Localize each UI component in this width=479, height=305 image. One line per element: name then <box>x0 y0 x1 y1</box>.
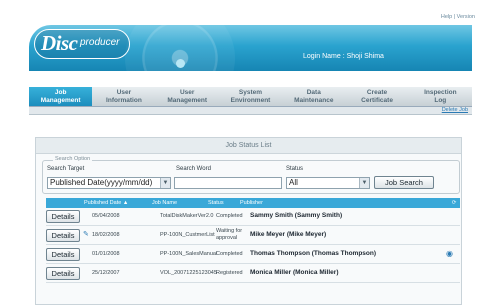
status-select[interactable]: All ▼ <box>286 177 370 189</box>
main-nav: Job Management User Information User Manage… <box>29 87 472 107</box>
delete-job-link[interactable]: Delete Job <box>442 107 468 113</box>
tab-system-environment[interactable]: System Environment <box>219 87 282 106</box>
row-status: Completed <box>216 251 243 257</box>
row-publisher: Thomas Thompson (Thomas Thompson) <box>250 250 377 257</box>
status-label: Status <box>286 166 304 172</box>
row-date: 25/12/2007 <box>92 270 120 276</box>
header-details <box>46 198 82 208</box>
row-status: Completed <box>216 213 243 219</box>
row-publisher: Mike Meyer (Mike Meyer) <box>250 231 327 238</box>
edit-icon: ✎ <box>83 231 89 238</box>
sub-toolbar: Delete Job <box>29 107 472 115</box>
search-option-group: Search Option Search Target Search Word … <box>42 156 460 194</box>
row-job-name: VOL_20071225123045 <box>160 270 217 276</box>
app-logo: Disc producer <box>34 29 130 59</box>
row-status: Registered <box>216 270 243 276</box>
table-row: Details 25/12/2007 VOL_20071225123045 Re… <box>46 265 460 283</box>
search-target-value: Published Date(yyyy/mm/dd) <box>50 178 153 187</box>
search-target-label: Search Target <box>47 166 85 172</box>
details-button[interactable]: Details <box>46 267 80 280</box>
tab-job-management[interactable]: Job Management <box>29 87 93 106</box>
tab-inspection-log[interactable]: Inspection Log <box>409 87 472 106</box>
row-job-name: TotalDiskMakerVer2.0 <box>160 213 214 219</box>
disc-hole <box>176 59 185 68</box>
header-job-name[interactable]: Job Name <box>150 198 206 208</box>
chevron-down-icon: ▼ <box>359 178 369 188</box>
row-publisher: Monica Miller (Monica Miller) <box>250 269 339 276</box>
logo-producer-text: producer <box>80 37 120 48</box>
details-button[interactable]: Details <box>46 248 80 261</box>
disc-icon[interactable]: ◉ <box>446 249 453 258</box>
tab-user-information[interactable]: User Information <box>92 87 155 106</box>
top-links[interactable]: Help | Version <box>441 14 475 20</box>
row-date: 18/02/2008 <box>92 232 120 238</box>
search-word-input[interactable] <box>174 177 282 189</box>
details-button[interactable]: Details <box>46 229 80 242</box>
refresh-icon[interactable]: ⟳ <box>446 198 460 208</box>
tab-data-maintenance[interactable]: Data Maintenance <box>282 87 345 106</box>
table-row: Details 05/04/2008 TotalDiskMakerVer2.0 … <box>46 208 460 226</box>
row-status: Waiting for approval <box>216 228 243 241</box>
details-button[interactable]: Details <box>46 210 80 223</box>
tab-create-certificate[interactable]: Create Certificate <box>345 87 408 106</box>
chevron-down-icon: ▼ <box>160 178 170 188</box>
header-published-date[interactable]: Published Date ▲ <box>82 198 150 208</box>
row-job-name: PP-100N_SalesManual <box>160 251 218 257</box>
logo-disc-text: Disc <box>41 31 78 55</box>
table-row: Details ✎ 18/02/2008 PP-100N_CustmerList… <box>46 227 460 245</box>
row-date: 05/04/2008 <box>92 213 120 219</box>
table-row: Details 01/01/2008 PP-100N_SalesManual C… <box>46 246 460 264</box>
search-target-select[interactable]: Published Date(yyyy/mm/dd) ▼ <box>47 177 171 189</box>
row-job-name: PP-100N_CustmerList <box>160 232 215 238</box>
row-date: 01/01/2008 <box>92 251 120 257</box>
header-publisher[interactable]: Publisher <box>238 198 446 208</box>
job-search-button[interactable]: Job Search <box>374 176 434 189</box>
row-publisher: Sammy Smith (Sammy Smith) <box>250 212 343 219</box>
header-status[interactable]: Status <box>206 198 238 208</box>
login-name: Login Name : Shoji Shima <box>303 53 384 60</box>
table-header: Published Date ▲ Job Name Status Publish… <box>46 198 460 208</box>
tab-user-management[interactable]: User Management <box>156 87 219 106</box>
status-value: All <box>289 178 298 187</box>
search-option-legend: Search Option <box>53 156 93 162</box>
search-word-label: Search Word <box>176 166 211 172</box>
panel-title: Job Status List <box>36 138 461 154</box>
